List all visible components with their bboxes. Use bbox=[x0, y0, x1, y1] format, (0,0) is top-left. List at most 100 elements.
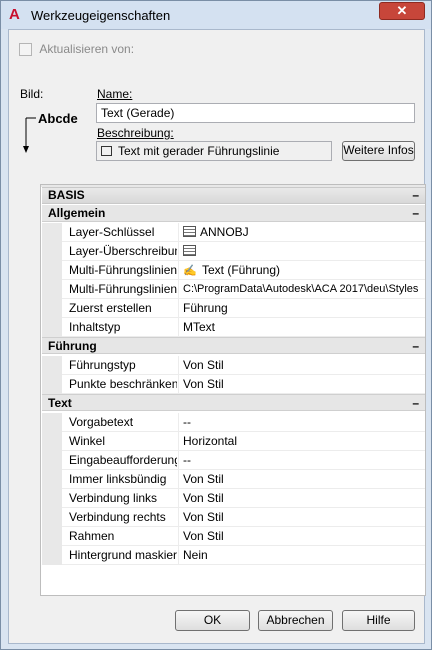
title-bar: A Werkzeugeigenschaften ✕ bbox=[1, 1, 431, 29]
category-allgemein-label: Allgemein bbox=[48, 206, 106, 220]
row-gutter bbox=[42, 261, 62, 280]
property-value[interactable]: Führung bbox=[183, 301, 423, 315]
collapse-icon[interactable]: – bbox=[412, 205, 419, 221]
description-value: Text mit gerader Führungslinie bbox=[118, 144, 280, 158]
property-value[interactable]: Nein bbox=[183, 548, 423, 562]
collapse-icon[interactable]: – bbox=[412, 188, 419, 203]
row-gutter bbox=[42, 508, 62, 527]
cancel-button[interactable]: Abbrechen bbox=[258, 610, 333, 631]
row-gutter bbox=[42, 470, 62, 489]
column-divider bbox=[178, 527, 179, 546]
property-value[interactable]: -- bbox=[183, 415, 423, 429]
property-grid: BASIS – Allgemein – Layer-Schlüssel ANNO… bbox=[40, 184, 426, 596]
column-divider bbox=[178, 508, 179, 527]
row-gutter bbox=[42, 299, 62, 318]
row-gutter bbox=[42, 451, 62, 470]
property-row[interactable]: Verbindung links Von Stil bbox=[42, 489, 425, 508]
property-name: Multi-Führungslinienstil-Pfad bbox=[69, 282, 177, 296]
section-basis[interactable]: BASIS – bbox=[42, 187, 425, 204]
property-name: Immer linksbündig bbox=[69, 472, 167, 486]
column-divider bbox=[178, 356, 179, 375]
row-gutter bbox=[42, 432, 62, 451]
dialog-body: Aktualisieren von: Bild: Abcde Name: Tex… bbox=[8, 29, 426, 644]
update-from-row: Aktualisieren von: bbox=[19, 42, 135, 57]
property-value[interactable] bbox=[183, 244, 423, 258]
property-name: Rahmen bbox=[69, 529, 115, 543]
property-row[interactable]: Winkel Horizontal bbox=[42, 432, 425, 451]
property-name: Hintergrund maskieren bbox=[69, 548, 177, 562]
property-row[interactable]: Layer-Überschreibungen bbox=[42, 242, 425, 261]
property-value[interactable]: Von Stil bbox=[183, 377, 423, 391]
column-divider bbox=[178, 546, 179, 565]
property-value[interactable]: ANNOBJ bbox=[183, 225, 423, 239]
close-button[interactable]: ✕ bbox=[379, 2, 425, 20]
property-row[interactable]: Verbindung rechts Von Stil bbox=[42, 508, 425, 527]
property-name: Verbindung links bbox=[69, 491, 158, 505]
column-divider bbox=[178, 375, 179, 394]
column-divider bbox=[178, 318, 179, 337]
property-row[interactable]: Führungstyp Von Stil bbox=[42, 356, 425, 375]
property-value[interactable]: -- bbox=[183, 453, 423, 467]
tool-properties-dialog: A Werkzeugeigenschaften ✕ Aktualisieren … bbox=[0, 0, 432, 650]
description-copy-icon bbox=[101, 146, 112, 156]
property-value[interactable]: ✍ Text (Führung) bbox=[183, 263, 423, 277]
property-value-text: ANNOBJ bbox=[200, 225, 249, 239]
column-divider bbox=[178, 470, 179, 489]
property-row[interactable]: Eingabeaufforderung -- bbox=[42, 451, 425, 470]
property-name: Führungstyp bbox=[69, 358, 136, 372]
property-name: Inhaltstyp bbox=[69, 320, 121, 334]
row-gutter bbox=[42, 413, 62, 432]
property-row[interactable]: Multi-Führungslinienstil ✍ Text (Führung) bbox=[42, 261, 425, 280]
row-gutter bbox=[42, 280, 62, 299]
property-row[interactable]: Punkte beschränken Von Stil bbox=[42, 375, 425, 394]
image-label: Bild: bbox=[20, 87, 44, 101]
tool-preview-image: Abcde bbox=[21, 108, 85, 158]
category-fuehrung[interactable]: Führung – bbox=[42, 337, 425, 354]
property-row[interactable]: Vorgabetext -- bbox=[42, 413, 425, 432]
help-button[interactable]: Hilfe bbox=[342, 610, 415, 631]
property-value[interactable]: Von Stil bbox=[183, 529, 423, 543]
property-value[interactable]: C:\ProgramData\Autodesk\ACA 2017\deu\Sty… bbox=[183, 283, 423, 295]
description-field[interactable]: Text mit gerader Führungslinie bbox=[96, 141, 332, 161]
property-row[interactable]: Rahmen Von Stil bbox=[42, 527, 425, 546]
column-divider bbox=[178, 451, 179, 470]
row-gutter bbox=[42, 489, 62, 508]
leader-style-icon: ✍ bbox=[183, 265, 197, 277]
row-gutter bbox=[42, 356, 62, 375]
property-name: Vorgabetext bbox=[69, 415, 134, 429]
row-gutter bbox=[42, 546, 62, 565]
column-divider bbox=[178, 489, 179, 508]
more-info-button[interactable]: Weitere Infos bbox=[342, 141, 415, 161]
property-value[interactable]: Von Stil bbox=[183, 510, 423, 524]
property-value[interactable]: Von Stil bbox=[183, 491, 423, 505]
property-value[interactable]: Von Stil bbox=[183, 358, 423, 372]
property-value[interactable]: Horizontal bbox=[183, 434, 423, 448]
property-row[interactable]: Multi-Führungslinienstil-Pfad C:\Program… bbox=[42, 280, 425, 299]
row-gutter bbox=[42, 242, 62, 261]
category-text[interactable]: Text – bbox=[42, 394, 425, 411]
property-row[interactable]: Inhaltstyp MText bbox=[42, 318, 425, 337]
property-name: Punkte beschränken bbox=[69, 377, 177, 391]
property-name: Layer-Überschreibungen bbox=[69, 244, 177, 258]
collapse-icon[interactable]: – bbox=[412, 395, 419, 411]
property-name: Verbindung rechts bbox=[69, 510, 166, 524]
column-divider bbox=[178, 280, 179, 299]
property-row[interactable]: Hintergrund maskieren Nein bbox=[42, 546, 425, 565]
row-gutter bbox=[42, 375, 62, 394]
property-row[interactable]: Layer-Schlüssel ANNOBJ bbox=[42, 223, 425, 242]
name-input[interactable]: Text (Gerade) bbox=[96, 103, 415, 123]
collapse-icon[interactable]: – bbox=[412, 338, 419, 354]
ok-button[interactable]: OK bbox=[175, 610, 250, 631]
category-fuehrung-label: Führung bbox=[48, 339, 97, 353]
section-basis-label: BASIS bbox=[48, 188, 85, 202]
update-from-label: Aktualisieren von: bbox=[39, 42, 135, 56]
property-name: Layer-Schlüssel bbox=[69, 225, 155, 239]
property-value[interactable]: Von Stil bbox=[183, 472, 423, 486]
property-row[interactable]: Immer linksbündig Von Stil bbox=[42, 470, 425, 489]
property-value[interactable]: MText bbox=[183, 320, 423, 334]
property-name: Multi-Führungslinienstil bbox=[69, 263, 177, 277]
category-allgemein[interactable]: Allgemein – bbox=[42, 205, 425, 222]
layer-grid-icon bbox=[183, 245, 196, 256]
update-from-checkbox[interactable] bbox=[19, 43, 32, 57]
property-row[interactable]: Zuerst erstellen Führung bbox=[42, 299, 425, 318]
